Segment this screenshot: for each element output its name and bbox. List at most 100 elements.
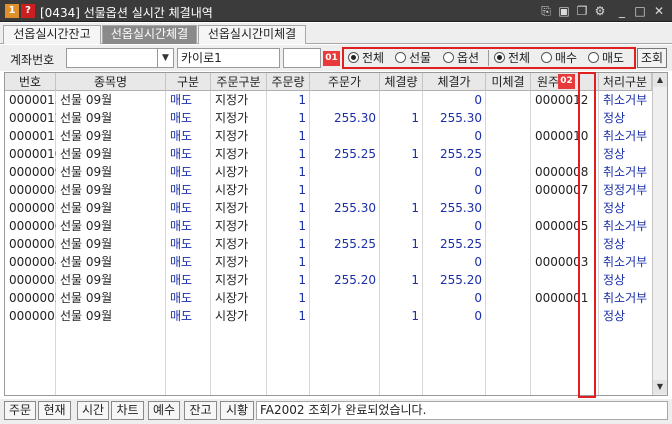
cell-order-qty: 1	[298, 93, 306, 107]
cell-unfilled	[486, 181, 531, 199]
table-row[interactable]: 0000003 선물 09월 매도 지정가 1 255.20 1 255.20 정상	[5, 271, 652, 289]
cell-number: 0000010	[9, 147, 56, 161]
radio-product-all[interactable]: 전체	[348, 51, 384, 67]
gear-icon[interactable]: ⚙	[592, 3, 608, 19]
table-row[interactable]: 0000008선물 09월매도시장가100000007정정거부	[5, 181, 652, 199]
col-number[interactable]: 번호	[5, 73, 56, 91]
bottom-toolbar: 주문 현재 시간 차트 예수 잔고 시황 FA2002 조회가 완료되었습니다.	[0, 399, 672, 424]
cell-number: 0000001	[9, 309, 56, 323]
cell-process-status: 정정거부	[603, 183, 648, 197]
radio-dot	[541, 52, 552, 63]
tab-realtime-fills[interactable]: 선옵실시간체결	[102, 25, 197, 44]
cell-instrument: 선물 09월	[60, 291, 113, 305]
cell-unfilled	[486, 145, 531, 163]
tab-realtime-balance[interactable]: 선옵실시간잔고	[3, 25, 101, 44]
chevron-down-icon[interactable]: ▼	[158, 48, 174, 68]
cell-side: 매도	[170, 201, 193, 215]
radio-product-options[interactable]: 옵션	[443, 51, 479, 67]
table-row[interactable]: 0000004선물 09월매도지정가100000003취소거부	[5, 253, 652, 271]
cell-fill-qty: 1	[411, 111, 419, 125]
col-order-qty[interactable]: 주문량	[267, 73, 310, 91]
scroll-up-icon[interactable]: ▲	[653, 73, 667, 87]
deposit-button[interactable]: 예수	[148, 401, 180, 420]
query-button[interactable]: 조회	[637, 48, 667, 68]
current-price-button[interactable]: 현재	[38, 401, 71, 420]
market-news-button[interactable]: 시황	[220, 401, 254, 420]
cell-order-type: 지정가	[215, 147, 249, 161]
password-input[interactable]	[283, 48, 321, 68]
tab-strip: 선옵실시간잔고 선옵실시간체결 선옵실시간미체결	[0, 23, 672, 44]
cell-fill-qty	[380, 163, 423, 181]
link-icon[interactable]: ⎘	[538, 3, 554, 19]
col-order-type[interactable]: 주문구분	[211, 73, 267, 91]
table-row[interactable]: 0000007 선물 09월 매도 지정가 1 255.30 1 255.30 정상	[5, 199, 652, 217]
radio-product-futures[interactable]: 선물	[395, 51, 431, 67]
cell-order-qty: 1	[298, 237, 306, 251]
cell-side: 매도	[170, 291, 193, 305]
cell-side: 매도	[170, 183, 193, 197]
col-fill-qty[interactable]: 체결량	[380, 73, 423, 91]
table-row[interactable]: 0000005 선물 09월 매도 지정가 1 255.25 1 255.25 정상	[5, 235, 652, 253]
maximize-icon[interactable]: □	[632, 3, 648, 19]
cell-order-qty: 1	[298, 147, 306, 161]
radio-side-buy[interactable]: 매수	[541, 51, 577, 67]
cell-order-price	[310, 91, 380, 109]
cell-order-price: 255.25	[334, 147, 376, 161]
table-row[interactable]: 0000011선물 09월매도지정가100000010취소거부	[5, 127, 652, 145]
close-icon[interactable]: ✕	[651, 3, 667, 19]
cell-fill-qty	[380, 127, 423, 145]
col-side[interactable]: 구분	[166, 73, 211, 91]
cell-order-type: 지정가	[215, 201, 249, 215]
minimize-icon[interactable]: _	[614, 3, 630, 19]
scroll-down-icon[interactable]: ▼	[653, 380, 667, 394]
radio-side-sell[interactable]: 매도	[588, 51, 624, 67]
table-row[interactable]: 0000009선물 09월매도시장가100000008취소거부	[5, 163, 652, 181]
account-number-input[interactable]	[66, 48, 158, 68]
cell-fill-qty	[380, 181, 423, 199]
cell-number: 0000007	[9, 201, 56, 215]
help-icon[interactable]: ?	[21, 4, 35, 18]
cell-fill-qty: 1	[411, 147, 419, 161]
cell-unfilled	[486, 163, 531, 181]
col-fill-price[interactable]: 체결가	[423, 73, 486, 91]
save-icon[interactable]: ▣	[556, 3, 572, 19]
radio-side-all[interactable]: 전체	[494, 51, 530, 67]
filter-divider	[488, 50, 489, 66]
col-instrument[interactable]: 종목명	[56, 73, 166, 91]
col-unfilled[interactable]: 미체결	[486, 73, 531, 91]
col-process-status[interactable]: 처리구분	[599, 73, 652, 91]
order-button[interactable]: 주문	[4, 401, 36, 420]
copy-icon[interactable]: ❐	[574, 3, 590, 19]
cell-instrument: 선물 09월	[60, 183, 113, 197]
table-row[interactable]: 0000006선물 09월매도지정가100000005취소거부	[5, 217, 652, 235]
cell-process-status: 정상	[603, 111, 626, 125]
cell-order-price	[310, 289, 380, 307]
cell-process-status: 취소거부	[603, 255, 648, 269]
chart-button[interactable]: 차트	[111, 401, 144, 420]
cell-fill-qty	[380, 253, 423, 271]
table-row[interactable]: 0000001 선물 09월 매도 시장가 1 1 0 정상	[5, 307, 652, 325]
cell-fill-qty: 1	[411, 309, 419, 323]
cell-instrument: 선물 09월	[60, 201, 113, 215]
vertical-scrollbar[interactable]: ▲ ▼	[652, 73, 667, 395]
table-row[interactable]: 0000002선물 09월매도시장가100000001취소거부	[5, 289, 652, 307]
table-row[interactable]: 0000010 선물 09월 매도 지정가 1 255.25 1 255.25 정상	[5, 145, 652, 163]
status-message: FA2002 조회가 완료되었습니다.	[256, 401, 668, 420]
col-order-price[interactable]: 주문가	[310, 73, 380, 91]
cell-unfilled	[486, 91, 531, 109]
cell-number: 0000008	[9, 183, 56, 197]
table-row[interactable]: 0000013선물 09월매도지정가100000012취소거부	[5, 91, 652, 109]
cell-instrument: 선물 09월	[60, 237, 113, 251]
table-row[interactable]: 0000012 선물 09월 매도 지정가 1 255.30 1 255.30 정상	[5, 109, 652, 127]
cell-fill-price: 255.25	[440, 147, 482, 161]
app-number-icon[interactable]: 1	[5, 4, 19, 18]
radio-label: 전체	[362, 51, 385, 65]
cell-process-status: 취소거부	[603, 165, 648, 179]
cell-instrument: 선물 09월	[60, 273, 113, 287]
tab-realtime-unfilled[interactable]: 선옵실시간미체결	[198, 25, 306, 44]
time-button[interactable]: 시간	[77, 401, 109, 420]
balance-button[interactable]: 잔고	[184, 401, 217, 420]
cell-number: 0000011	[9, 129, 56, 143]
cell-instrument: 선물 09월	[60, 219, 113, 233]
cell-number: 0000004	[9, 255, 56, 269]
